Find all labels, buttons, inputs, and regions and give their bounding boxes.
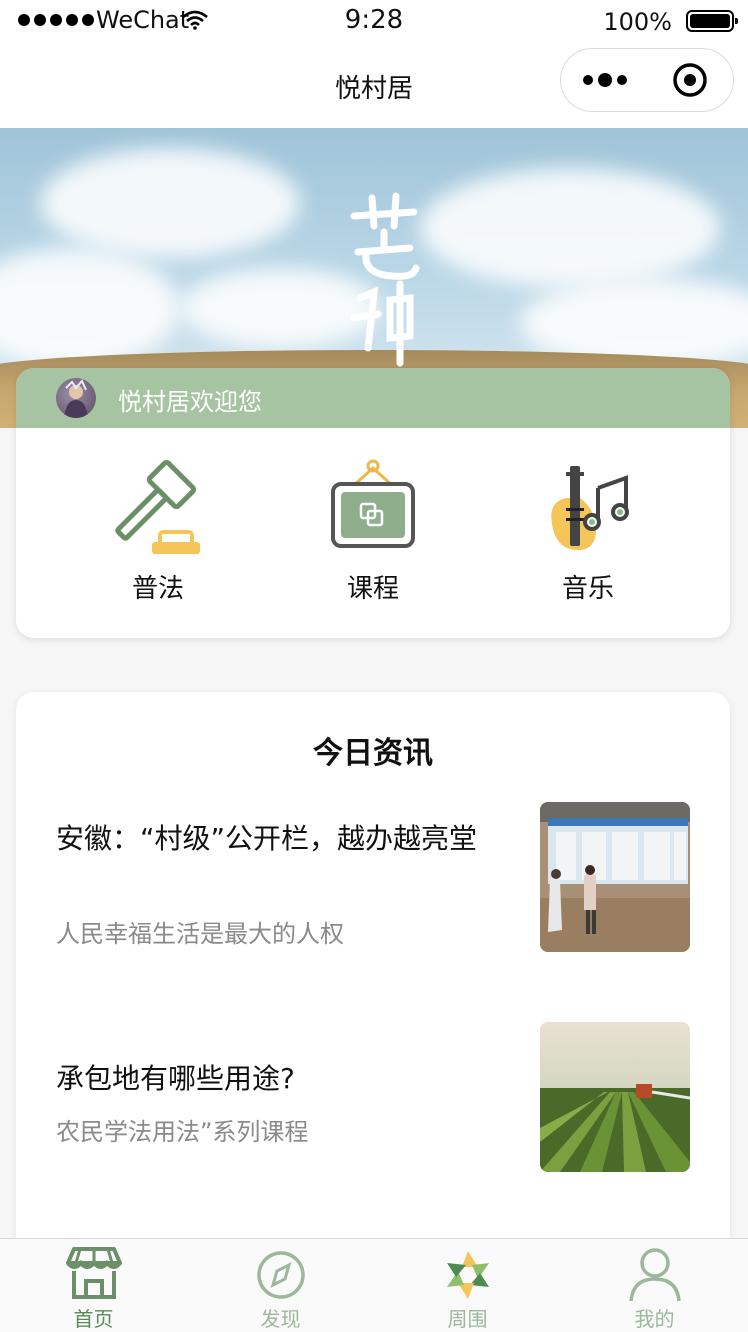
news-subtitle: 人民幸福生活是最大的人权 xyxy=(56,920,344,948)
tab-mine[interactable]: 我的 xyxy=(561,1245,748,1332)
user-icon xyxy=(628,1248,681,1301)
category-music[interactable]: 音乐 xyxy=(518,458,658,618)
news-card: 今日资讯 安徽：“村级”公开栏，越办越亮堂 人民幸福生活是最大的人权 承包地有哪… xyxy=(16,692,730,1312)
news-thumbnail xyxy=(540,802,690,952)
more-button[interactable] xyxy=(561,49,648,110)
target-icon xyxy=(672,62,707,97)
battery-icon xyxy=(686,10,738,32)
tab-label: 发现 xyxy=(260,1307,301,1331)
category-label: 普法 xyxy=(131,574,184,604)
compass-icon xyxy=(256,1251,305,1299)
app-screen: WeChat 9:28 100% 悦村居 悦村居欢迎您 普法 课程 音乐 今日资… xyxy=(0,0,748,1332)
tab-label: 首页 xyxy=(73,1307,114,1331)
tab-label: 我的 xyxy=(634,1307,675,1331)
category-course[interactable]: 课程 xyxy=(303,458,443,618)
status-bar: WeChat 9:28 100% xyxy=(0,0,748,44)
calligraphy-artwork xyxy=(350,192,420,367)
category-card: 悦村居欢迎您 普法 课程 音乐 xyxy=(16,368,730,638)
news-item[interactable]: 承包地有哪些用途? 农民学法用法”系列课程 xyxy=(56,1022,690,1172)
welcome-banner: 悦村居欢迎您 xyxy=(16,368,730,428)
news-thumbnail xyxy=(540,1022,690,1172)
music-icon xyxy=(551,466,629,550)
news-heading: 今日资讯 xyxy=(313,736,433,771)
category-law[interactable]: 普法 xyxy=(88,458,228,618)
aperture-icon xyxy=(446,1251,489,1299)
news-title: 安徽：“村级”公开栏，越办越亮堂 xyxy=(56,822,478,855)
news-title: 承包地有哪些用途? xyxy=(56,1062,295,1095)
gavel-icon xyxy=(115,459,200,554)
tab-bar: 首页 发现 周围 我的 xyxy=(0,1238,748,1332)
news-item[interactable]: 安徽：“村级”公开栏，越办越亮堂 人民幸福生活是最大的人权 xyxy=(56,802,690,952)
home-icon xyxy=(65,1247,122,1299)
category-label: 音乐 xyxy=(561,574,614,604)
battery-percent: 100% xyxy=(603,8,672,36)
tab-nearby[interactable]: 周围 xyxy=(374,1245,561,1332)
category-label: 课程 xyxy=(346,574,399,604)
tab-home[interactable]: 首页 xyxy=(0,1245,187,1332)
mini-program-capsule xyxy=(560,48,734,112)
tab-discover[interactable]: 发现 xyxy=(187,1245,374,1332)
news-subtitle: 农民学法用法”系列课程 xyxy=(56,1118,309,1146)
navigation-bar: 悦村居 xyxy=(0,44,748,128)
close-mini-program-button[interactable] xyxy=(646,49,733,110)
tab-label: 周围 xyxy=(447,1307,488,1331)
avatar xyxy=(56,378,96,418)
course-board-icon xyxy=(331,459,415,548)
welcome-text: 悦村居欢迎您 xyxy=(118,388,262,416)
